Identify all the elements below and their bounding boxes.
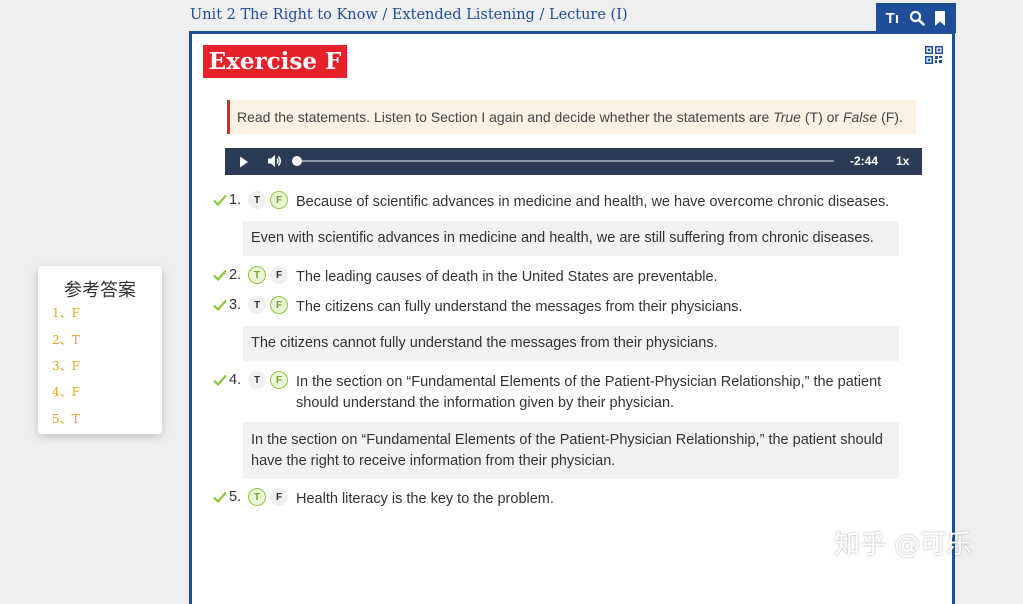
question-number: 5. [229, 489, 242, 505]
option-false[interactable]: F [270, 488, 288, 506]
progress-track[interactable] [297, 160, 834, 162]
option-true[interactable]: T [248, 191, 266, 209]
volume-icon[interactable] [267, 154, 282, 173]
answer-key-item: 4、F [52, 385, 80, 399]
bookmark-icon[interactable] [934, 3, 946, 33]
question-number: 4. [229, 372, 242, 388]
exercise-title: Exercise F [203, 45, 347, 78]
option-false-selected[interactable]: F [270, 191, 288, 209]
option-true-selected[interactable]: T [248, 266, 266, 284]
option-true[interactable]: T [248, 371, 266, 389]
time-remaining: -2:44 [850, 154, 879, 168]
answer-key-item: 1、F [52, 306, 80, 320]
option-false-selected[interactable]: F [270, 371, 288, 389]
answer-text: The citizens cannot fully understand the… [251, 335, 718, 351]
breadcrumb[interactable]: Unit 2 The Right to Know / Extended List… [190, 7, 628, 23]
play-icon[interactable] [239, 155, 249, 173]
check-icon [213, 194, 227, 210]
question-text: Because of scientific advances in medici… [296, 194, 890, 210]
answer-explanation: The citizens cannot fully understand the… [243, 326, 899, 361]
instruction-box: Read the statements. Listen to Section I… [227, 100, 916, 134]
check-icon [213, 269, 227, 285]
text-size-icon[interactable]: Tı [886, 3, 899, 33]
option-false-selected[interactable]: F [270, 296, 288, 314]
answer-key-title: 参考答案 [64, 280, 136, 301]
question-text: The citizens can fully understand the me… [296, 299, 743, 315]
search-icon[interactable] [909, 3, 925, 33]
answer-explanation: In the section on “Fundamental Elements … [243, 422, 899, 479]
instruction-text: Read the statements. Listen to Section I… [237, 109, 903, 125]
check-icon [213, 299, 227, 315]
check-icon [213, 491, 227, 507]
audio-player: -2:44 1x [225, 148, 922, 175]
answer-text: In the section on “Fundamental Elements … [251, 431, 883, 469]
answer-explanation: Even with scientific advances in medicin… [243, 221, 899, 256]
answer-key-item: 3、F [52, 359, 80, 373]
top-toolbar: Tı [876, 3, 956, 33]
qr-code-icon[interactable] [925, 46, 943, 64]
answer-key-item: 2、T [52, 333, 80, 347]
playback-speed-button[interactable]: 1x [896, 154, 909, 168]
option-true[interactable]: T [248, 296, 266, 314]
answer-text: Even with scientific advances in medicin… [251, 230, 874, 246]
exercise-panel: Exercise F Read the statements. Listen t… [189, 31, 955, 604]
answer-key-card: 参考答案 1、F 2、T 3、F 4、F 5、T [38, 266, 162, 434]
question-number: 2. [229, 267, 242, 283]
progress-knob[interactable] [292, 156, 302, 166]
question-number: 3. [229, 297, 242, 313]
question-text: The leading causes of death in the Unite… [296, 269, 718, 285]
option-false[interactable]: F [270, 266, 288, 284]
question-number: 1. [229, 192, 242, 208]
check-icon [213, 374, 227, 390]
answer-key-item: 5、T [52, 412, 80, 426]
option-true-selected[interactable]: T [248, 488, 266, 506]
question-text: Health literacy is the key to the proble… [296, 491, 554, 507]
watermark: 知乎 @可乐 [834, 530, 973, 560]
question-text: In the section on “Fundamental Elements … [296, 374, 882, 411]
